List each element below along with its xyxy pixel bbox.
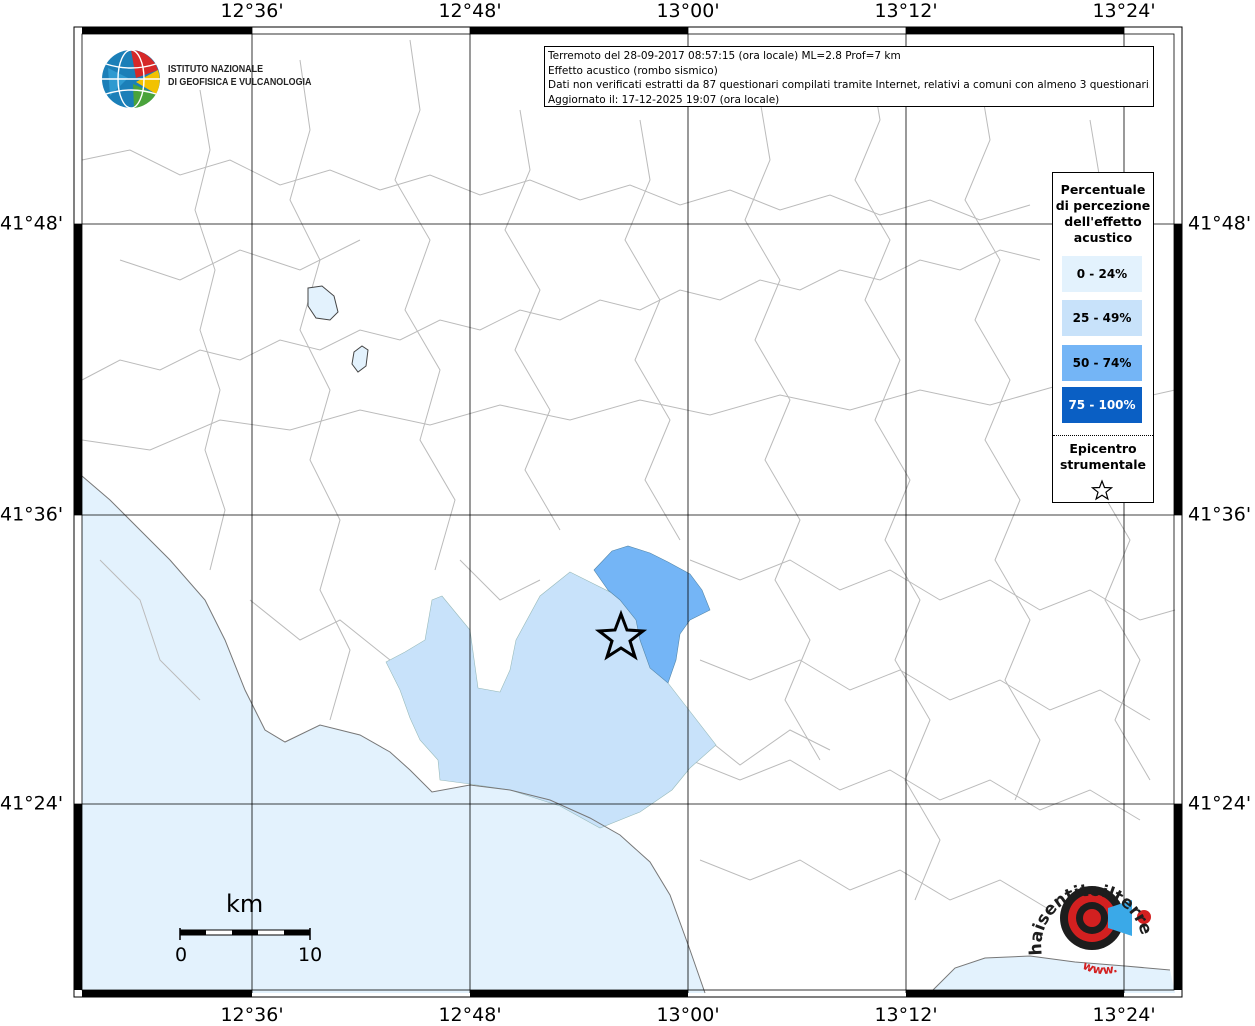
legend-title-line: dell'effetto [1064,214,1142,229]
legend-epicenter-line: strumentale [1059,457,1147,472]
longitude-label: 13°24' [1092,1004,1156,1026]
legend: Percentuale di percezione dell'effetto a… [1052,172,1154,503]
haisentitoilterremoto-logo: haisentitoilterremoto.it www. [1011,845,1170,990]
latitude-label: 41°48' [1188,212,1252,235]
latitude-label: 41°48' [0,212,64,235]
logo-line: DI GEOFISICA E VULCANOLOGIA [168,76,312,88]
latitude-label: 41°36' [0,503,64,526]
legend-title: Percentuale di percezione dell'effetto a… [1053,182,1153,246]
lake [307,285,339,321]
longitude-label: 13°12' [874,0,938,22]
scale-tick-label: 10 [298,944,323,966]
update-time: Aggiornato il: 17-12-2025 19:07 (ora loc… [548,93,780,106]
legend-title-line: acustico [1073,230,1133,245]
longitude-label: 12°48' [438,0,502,22]
longitude-label: 13°12' [874,1004,938,1026]
lake [351,345,369,373]
legend-epicenter-label: Epicentro strumentale [1053,441,1153,473]
data-note: Dati non verificati estratti da 87 quest… [548,79,1150,91]
legend-class-75-100: 75 - 100% [1062,387,1142,423]
event-info-box: Terremoto del 28-09-2017 08:57:15 (ora l… [544,46,1154,107]
legend-title-line: Percentuale [1060,182,1146,197]
brand-prefix-path: www. [1081,958,1119,977]
longitude-label: 12°36' [220,1004,284,1026]
legend-class-50-74: 50 - 74% [1062,345,1142,381]
scale-bar: km 0 10 [172,888,332,968]
scale-tick-label: 0 [175,944,188,966]
scale-bar-graphic [179,928,311,940]
longitude-label: 13°24' [1092,0,1156,22]
latitude-label: 41°36' [1188,503,1252,526]
latitude-label: 41°24' [0,792,64,815]
brand-logo-graphic: haisentitoilterremoto.it www. [1011,845,1156,977]
longitude-label: 13°00' [656,1004,720,1026]
legend-epicenter-line: Epicentro [1069,441,1137,456]
legend-title-line: di percezione [1055,198,1151,213]
latitude-label: 41°24' [1188,792,1252,815]
scale-unit: km [226,890,264,918]
longitude-label: 13°00' [656,0,720,22]
logo-line: ISTITUTO NAZIONALE [168,63,264,75]
ingv-logo: ISTITUTO NAZIONALE DI GEOFISICA E VULCAN… [100,48,320,110]
legend-separator [1053,435,1153,436]
globe-icon [102,49,160,109]
star-icon [1091,479,1113,501]
legend-class-25-49: 25 - 49% [1062,300,1142,336]
brand-prefix: www. [1081,958,1119,977]
longitude-label: 12°36' [220,0,284,22]
legend-class-0-24: 0 - 24% [1062,256,1142,292]
longitude-label: 12°48' [438,1004,502,1026]
effect-type: Effetto acustico (rombo sismico) [548,64,718,77]
event-title: Terremoto del 28-09-2017 08:57:15 (ora l… [548,50,901,62]
